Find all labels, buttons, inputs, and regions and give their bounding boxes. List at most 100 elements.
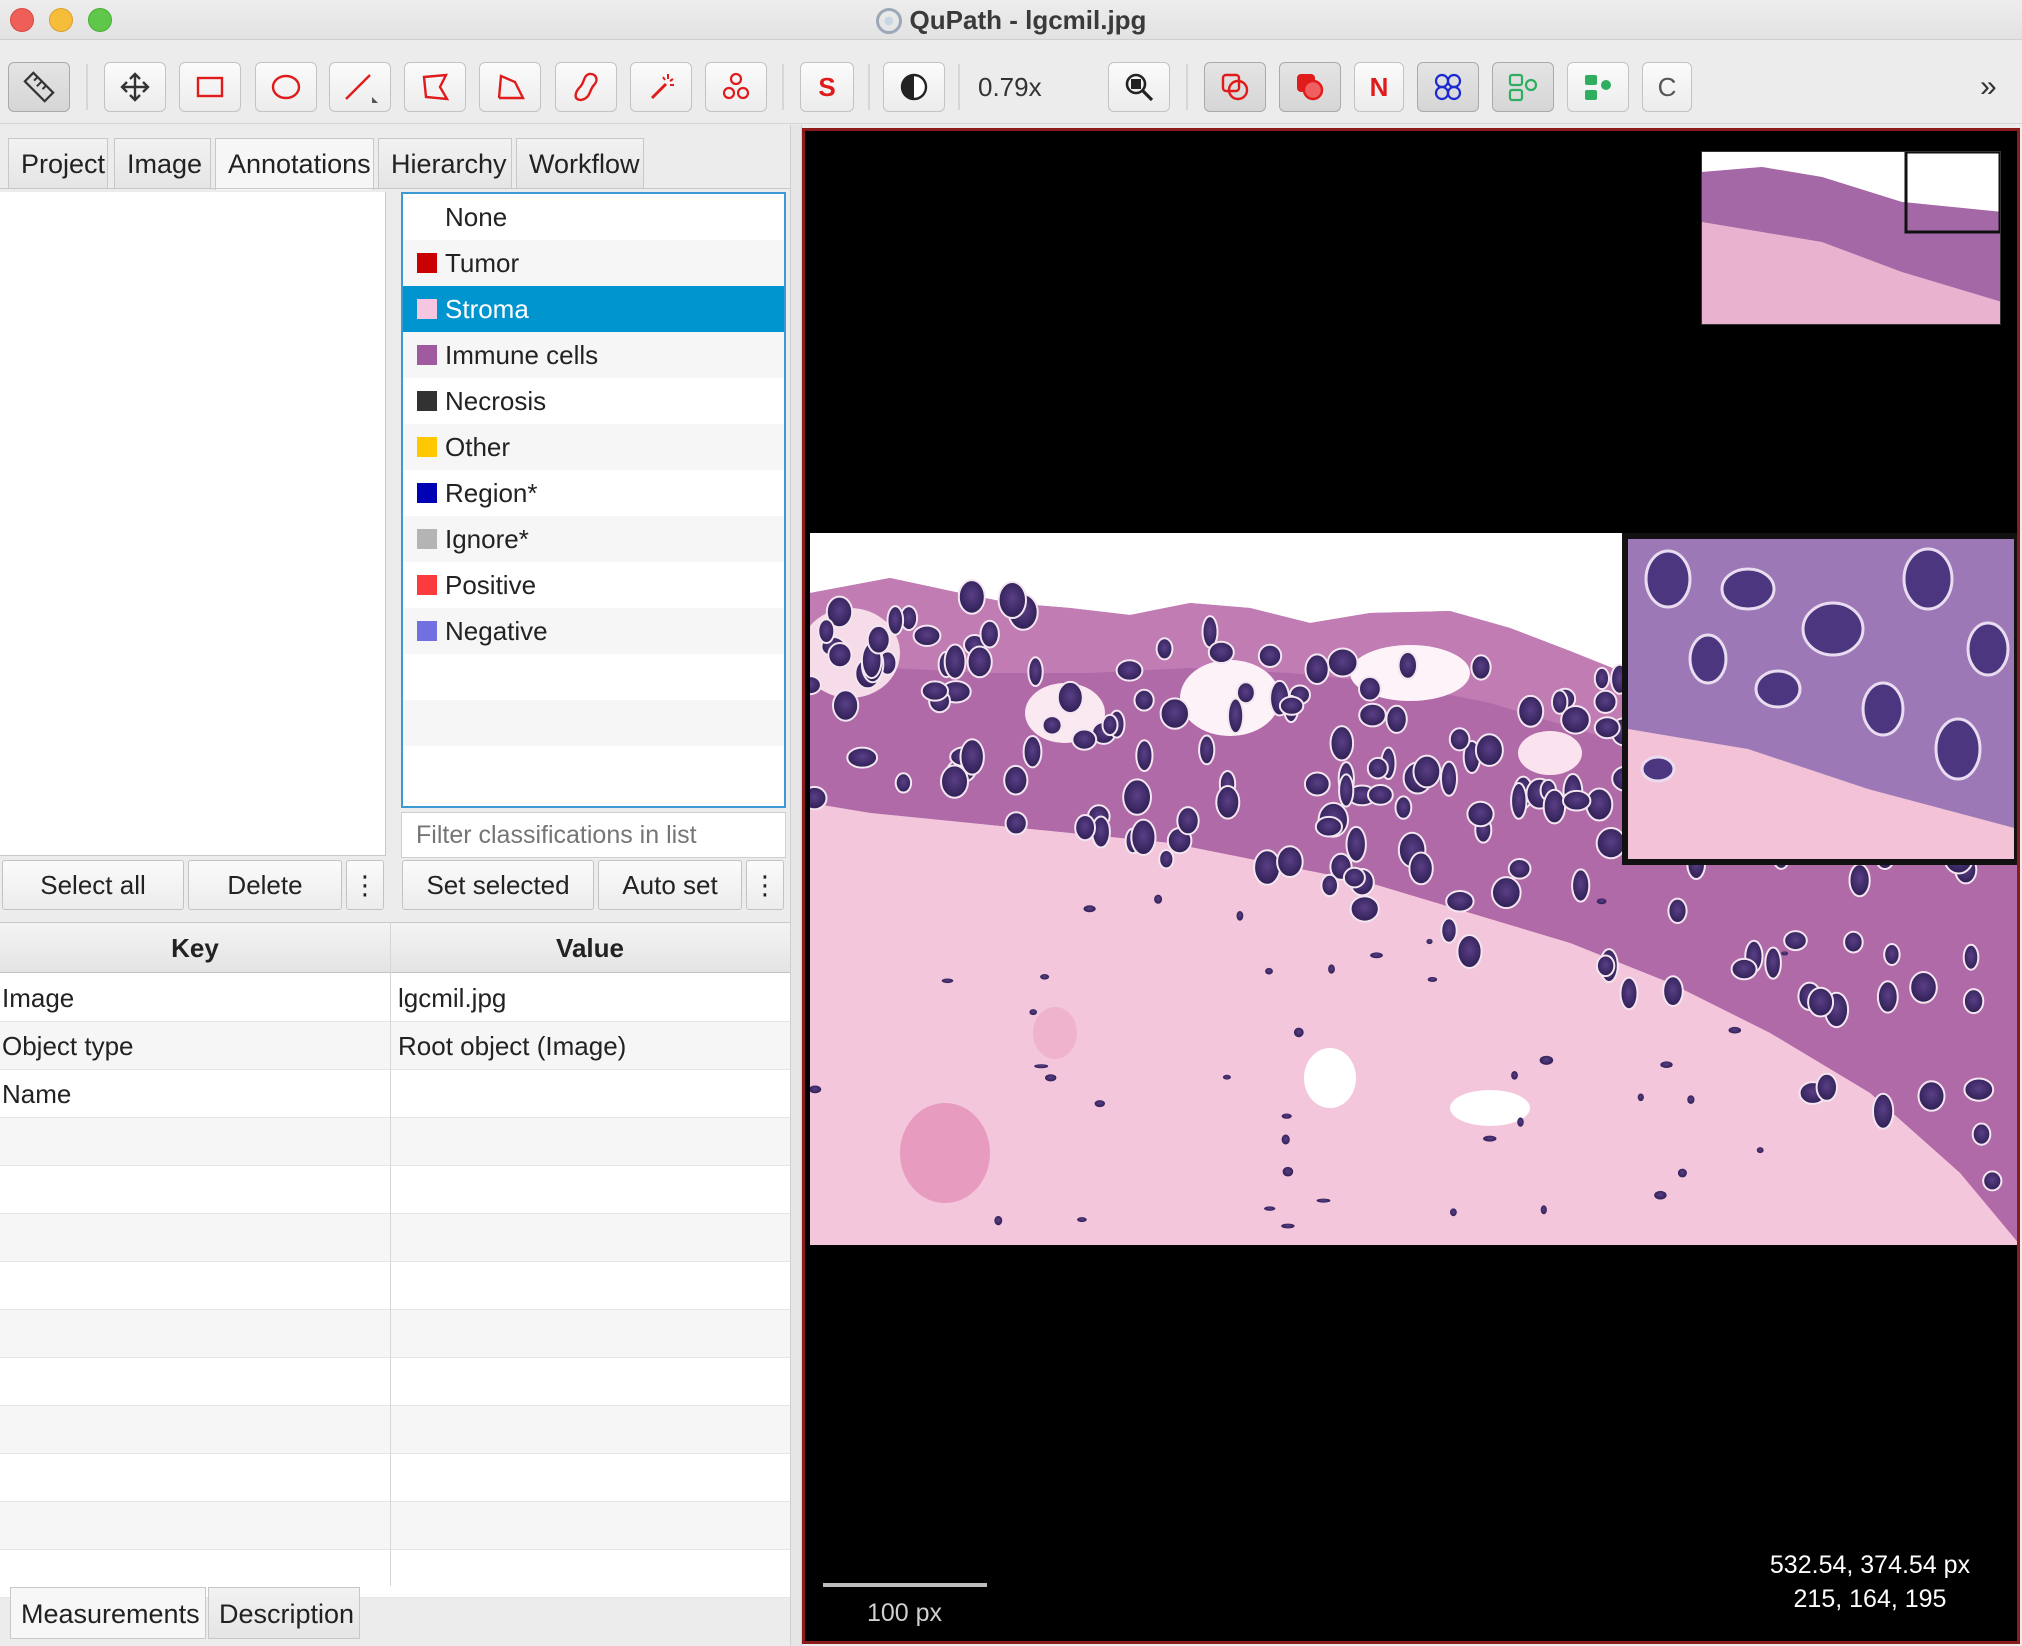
classification-list[interactable]: None Tumor Stroma Immune cells Necrosis Other… <box>401 192 786 808</box>
classification-item[interactable]: Tumor <box>403 240 784 286</box>
value-column-header[interactable]: Value <box>390 923 790 973</box>
ellipse-tool-button[interactable] <box>255 62 317 112</box>
classification-label: Tumor <box>445 248 520 278</box>
classification-more-button[interactable]: ⋮ <box>746 860 784 910</box>
fill-detections-button[interactable] <box>1567 62 1629 112</box>
line-tool-button[interactable] <box>329 62 391 112</box>
table-row[interactable] <box>0 1214 790 1262</box>
show-names-button[interactable]: N <box>1354 62 1404 112</box>
panel-splitter[interactable] <box>790 125 802 1646</box>
stroma-nucleus <box>1281 1223 1295 1229</box>
tab-image[interactable]: Image <box>114 138 211 188</box>
cell-nucleus <box>1466 800 1495 828</box>
tab-hierarchy[interactable]: Hierarchy <box>378 138 512 188</box>
selection-mode-icon: S <box>818 71 836 102</box>
classification-item[interactable]: Ignore* <box>403 516 784 562</box>
cell-nucleus <box>1408 851 1434 886</box>
cell-nucleus <box>1662 975 1684 1008</box>
class-color-swatch <box>417 391 437 411</box>
cell-nucleus <box>1122 778 1153 816</box>
cell-nucleus <box>1320 873 1340 898</box>
table-row[interactable] <box>0 1502 790 1550</box>
wand-tool-button[interactable] <box>630 62 692 112</box>
table-row[interactable] <box>0 1454 790 1502</box>
cell-nucleus <box>831 689 860 722</box>
classification-item[interactable]: Stroma <box>403 286 784 332</box>
stroma-nucleus <box>1687 1095 1695 1104</box>
key-column-header[interactable]: Key <box>0 923 390 973</box>
ruler-tool-button[interactable] <box>8 62 70 112</box>
tab-description[interactable]: Description <box>208 1587 360 1639</box>
polygon-tool-button[interactable] <box>404 62 466 112</box>
cell-boundaries-button[interactable]: C <box>1642 62 1692 112</box>
classification-item[interactable]: Other <box>403 424 784 470</box>
qupath-logo-icon <box>875 8 902 34</box>
cell-nucleus <box>1593 716 1621 740</box>
polyline-tool-button[interactable] <box>479 62 541 112</box>
stroma-nucleus <box>1029 1009 1037 1016</box>
filter-classifications-input[interactable] <box>401 812 786 858</box>
set-selected-button[interactable]: Set selected <box>402 860 594 910</box>
table-row[interactable]: Image lgcmil.jpg <box>0 974 790 1022</box>
cell-nucleus <box>1278 695 1305 716</box>
measurement-table[interactable]: Key Value Image lgcmil.jpg Object type Root… <box>0 922 790 1598</box>
toolbar-overflow-button[interactable]: » <box>1980 62 1996 112</box>
table-row[interactable]: Name <box>0 1070 790 1118</box>
overview-thumbnail-render <box>1702 152 2000 324</box>
annotation-list[interactable] <box>0 192 386 856</box>
cell-nucleus <box>1385 704 1408 734</box>
table-row[interactable] <box>0 1166 790 1214</box>
magnified-inset-render <box>1628 539 2014 859</box>
cell-nucleus <box>1412 754 1442 789</box>
stroma-nucleus <box>1483 1135 1497 1142</box>
tab-project[interactable]: Project <box>8 138 108 188</box>
cell-nucleus <box>1542 788 1567 825</box>
show-detections-button[interactable] <box>1492 62 1554 112</box>
classification-item[interactable]: Immune cells <box>403 332 784 378</box>
move-tool-button[interactable] <box>104 62 166 112</box>
table-row[interactable] <box>0 1358 790 1406</box>
classification-item[interactable]: Region* <box>403 470 784 516</box>
cell-nucleus <box>1276 845 1304 879</box>
brush-tool-button[interactable] <box>555 62 617 112</box>
fill-annotations-button[interactable] <box>1279 62 1341 112</box>
show-annotations-button[interactable] <box>1204 62 1266 112</box>
show-tma-grid-button[interactable] <box>1417 62 1479 112</box>
points-tool-button[interactable] <box>705 62 767 112</box>
zoom-to-fit-button[interactable] <box>1108 62 1170 112</box>
cell-nucleus <box>1198 734 1216 766</box>
cell-nucleus <box>920 680 950 702</box>
annotation-more-button[interactable]: ⋮ <box>346 860 384 910</box>
selection-mode-button[interactable]: S <box>800 62 854 112</box>
cell-nucleus <box>1303 771 1331 797</box>
cell-nucleus <box>1159 697 1190 730</box>
classification-item[interactable]: None <box>403 194 784 240</box>
cell-nucleus <box>1130 818 1157 856</box>
classification-item[interactable]: Positive <box>403 562 784 608</box>
table-row[interactable] <box>0 1406 790 1454</box>
image-viewer[interactable]: 100 px 532.54, 374.54 px 215, 164, 195 <box>802 128 2020 1644</box>
cell-nucleus <box>1329 725 1355 762</box>
auto-set-button[interactable]: Auto set <box>598 860 742 910</box>
cell-nucleus <box>1815 1072 1838 1102</box>
brightness-contrast-button[interactable] <box>883 62 945 112</box>
zoom-level: 0.79x <box>978 72 1042 102</box>
tab-measurements[interactable]: Measurements <box>10 1587 206 1639</box>
cell-nucleus <box>1764 946 1782 980</box>
stroma-nucleus <box>1077 1217 1087 1223</box>
overview-thumbnail[interactable] <box>1701 151 2001 325</box>
classification-item[interactable]: Necrosis <box>403 378 784 424</box>
rectangle-tool-button[interactable] <box>179 62 241 112</box>
table-row[interactable] <box>0 1310 790 1358</box>
table-row[interactable]: Object type Root object (Image) <box>0 1022 790 1070</box>
delete-button[interactable]: Delete <box>188 860 342 910</box>
classification-item[interactable]: Negative <box>403 608 784 654</box>
class-color-swatch <box>417 299 437 319</box>
tab-annotations[interactable]: Annotations <box>215 138 374 190</box>
table-row[interactable] <box>0 1118 790 1166</box>
tab-workflow[interactable]: Workflow <box>516 138 644 188</box>
toolbar-separator <box>782 64 784 110</box>
select-all-button[interactable]: Select all <box>2 860 184 910</box>
table-row[interactable] <box>0 1262 790 1310</box>
tissue-image[interactable] <box>810 533 2017 1245</box>
